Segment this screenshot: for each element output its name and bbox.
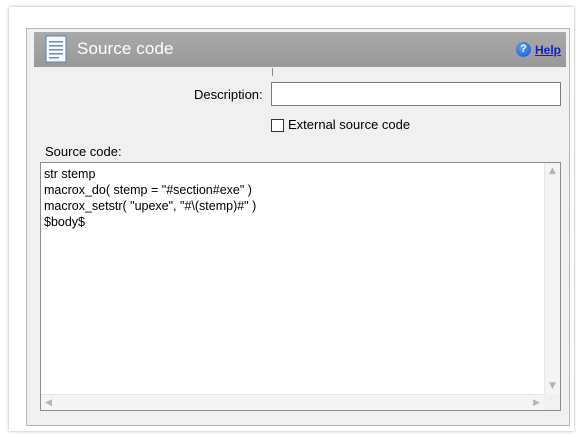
scroll-up-icon[interactable]: ▲ [549, 166, 556, 176]
scroll-left-icon[interactable]: ◀ [45, 398, 52, 408]
description-input[interactable] [271, 82, 561, 106]
help-button[interactable]: ? Help [515, 42, 561, 57]
help-icon[interactable]: ? [515, 42, 531, 57]
panel-header: Source code ? Help [34, 32, 566, 67]
external-source-checkbox[interactable] [271, 119, 284, 132]
description-label: Description: [194, 87, 263, 102]
source-code-label: Source code: [45, 144, 122, 159]
scrollbar-corner [544, 394, 560, 410]
divider-tick [272, 68, 273, 76]
horizontal-scrollbar[interactable]: ◀ ▶ [41, 394, 544, 410]
scroll-right-icon[interactable]: ▶ [533, 398, 540, 408]
panel-title: Source code [77, 39, 174, 58]
source-code-text[interactable]: str stemp macrox_do( stemp = "#section#e… [44, 166, 256, 230]
torn-edge-right [570, 10, 578, 430]
external-source-label[interactable]: External source code [288, 117, 410, 132]
help-link[interactable]: Help [535, 43, 561, 57]
document-icon [45, 35, 67, 63]
vertical-scrollbar[interactable]: ▲ ▼ [544, 163, 560, 394]
source-code-editor[interactable]: str stemp macrox_do( stemp = "#section#e… [40, 162, 561, 411]
scroll-down-icon[interactable]: ▼ [549, 381, 556, 391]
torn-edge-left [3, 10, 11, 430]
